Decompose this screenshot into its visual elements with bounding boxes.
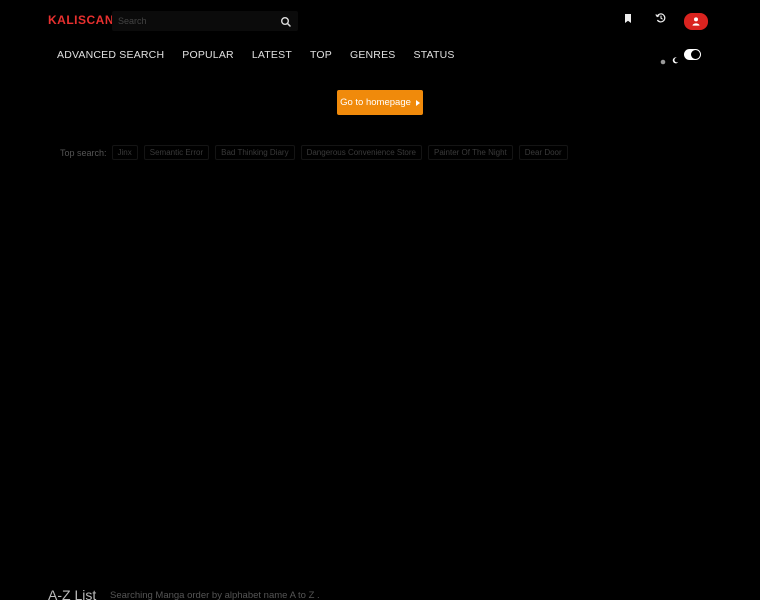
logo-text-part1: KALI <box>48 13 78 27</box>
caret-right-icon <box>415 99 420 106</box>
home-button-label: Go to homepage <box>340 97 411 108</box>
search-input[interactable] <box>118 13 268 29</box>
top-search: Top search: Jinx Semantic Error Bad Thin… <box>60 145 574 160</box>
nav-top[interactable]: TOP <box>301 48 341 62</box>
moon-icon <box>672 51 679 64</box>
theme-switcher <box>660 49 701 64</box>
toggle-knob <box>691 50 700 59</box>
nav-popular[interactable]: POPULAR <box>173 48 243 62</box>
main-nav: ADVANCED SEARCH POPULAR LATEST TOP GENRE… <box>48 48 464 62</box>
search-icon[interactable] <box>280 15 292 27</box>
nav-advanced-search[interactable]: ADVANCED SEARCH <box>48 48 173 62</box>
top-search-label: Top search: <box>60 147 107 158</box>
logo-text-part2: SCAN <box>78 13 115 27</box>
top-search-tag[interactable]: Painter Of The Night <box>427 145 513 160</box>
user-icon <box>692 17 700 26</box>
search-bar <box>112 11 298 31</box>
top-search-tag[interactable]: Dear Door <box>518 145 568 160</box>
nav-genres[interactable]: GENRES <box>341 48 405 62</box>
top-search-tag[interactable]: Bad Thinking Diary <box>215 145 295 160</box>
go-to-homepage-button[interactable]: Go to homepage <box>337 90 423 115</box>
top-search-tag[interactable]: Dangerous Convenience Store <box>300 145 422 160</box>
bookmark-icon[interactable] <box>622 12 634 26</box>
az-list-title: A-Z List <box>48 587 97 600</box>
theme-toggle[interactable] <box>684 49 701 60</box>
user-menu-button[interactable] <box>684 13 708 30</box>
sun-icon <box>660 52 666 64</box>
site-logo[interactable]: KALISCAN <box>48 13 114 27</box>
nav-latest[interactable]: LATEST <box>243 48 301 62</box>
top-search-tag[interactable]: Jinx <box>111 145 138 160</box>
az-list-subtitle: Searching Manga order by alphabet name A… <box>110 590 320 600</box>
top-search-tag[interactable]: Semantic Error <box>143 145 210 160</box>
nav-status[interactable]: STATUS <box>405 48 464 62</box>
history-icon[interactable] <box>654 11 668 25</box>
